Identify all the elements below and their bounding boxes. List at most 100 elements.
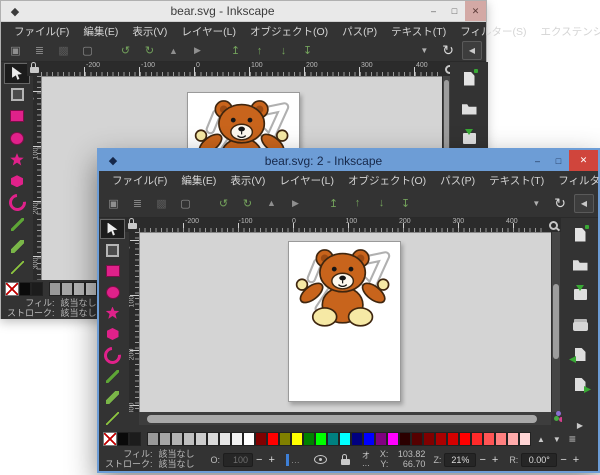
layer-selector[interactable]: オ… xyxy=(362,452,370,468)
pencil[interactable] xyxy=(101,367,124,385)
lock-icon[interactable] xyxy=(128,222,137,229)
clone[interactable] xyxy=(55,42,72,59)
front-titlebar[interactable]: ◆ bear.svg: 2 - Inkscape – □ ✕ xyxy=(99,150,598,171)
no-color-swatch[interactable] xyxy=(5,282,19,296)
menu-item[interactable]: オブジェクト(O) xyxy=(243,24,335,39)
open-document[interactable] xyxy=(567,254,593,275)
palette-swatch[interactable] xyxy=(303,432,315,446)
palette-swatch[interactable] xyxy=(255,432,267,446)
layer-stack[interactable] xyxy=(31,42,48,59)
palette-swatch[interactable] xyxy=(363,432,375,446)
palette-swatch[interactable] xyxy=(85,282,97,296)
raise-to-top[interactable] xyxy=(325,195,342,212)
maximize-button[interactable]: □ xyxy=(444,1,465,21)
palette-swatch[interactable] xyxy=(459,432,471,446)
stroke-value[interactable]: 該当なし xyxy=(61,309,97,318)
layer-stack[interactable] xyxy=(129,195,146,212)
menu-item[interactable]: テキスト(T) xyxy=(384,24,453,39)
vertical-ruler[interactable]: 0100200300 xyxy=(33,76,41,280)
palette-scroll-up-icon[interactable]: ▲ xyxy=(533,435,549,444)
scroll-thumb[interactable] xyxy=(444,80,449,150)
palette-swatch[interactable] xyxy=(159,432,171,446)
zoom-field[interactable]: 21% xyxy=(444,453,476,467)
stroke-value[interactable]: 該当なし xyxy=(159,460,195,469)
palette-swatch[interactable] xyxy=(207,432,219,446)
star[interactable] xyxy=(5,150,29,169)
palette-swatch[interactable] xyxy=(327,432,339,446)
fill-value[interactable]: 該当なし xyxy=(61,299,97,308)
node-editor[interactable] xyxy=(101,241,124,259)
clone[interactable] xyxy=(153,195,170,212)
save-document[interactable] xyxy=(456,128,482,149)
palette-swatch[interactable] xyxy=(49,282,61,296)
import-image[interactable] xyxy=(567,344,593,365)
flip-vertical[interactable] xyxy=(189,42,206,59)
palette-swatch[interactable] xyxy=(279,432,291,446)
snap-rotate-icon[interactable]: ↻ xyxy=(548,195,572,212)
node-editor[interactable] xyxy=(5,86,29,105)
lower[interactable] xyxy=(373,195,390,212)
snap-rotate-icon[interactable]: ↻ xyxy=(436,42,460,59)
fill-value[interactable]: 該当なし xyxy=(159,450,195,459)
raise[interactable] xyxy=(349,195,366,212)
opacity-field[interactable]: 100 xyxy=(223,453,253,467)
new-document[interactable] xyxy=(567,224,593,245)
horizontal-scrollbar[interactable] xyxy=(139,412,551,425)
zoom-in-button[interactable]: + xyxy=(489,454,501,466)
rotate-cw[interactable] xyxy=(239,195,256,212)
lower-to-bottom[interactable] xyxy=(299,42,316,59)
collapse-panel-button[interactable]: ◀ xyxy=(462,41,482,60)
vertical-scrollbar[interactable] xyxy=(551,232,560,412)
selection-frame[interactable] xyxy=(177,195,194,212)
menu-item[interactable]: オブジェクト(O) xyxy=(341,173,433,188)
menu-item[interactable]: パス(P) xyxy=(335,24,384,39)
no-color-swatch[interactable] xyxy=(103,432,117,446)
palette-swatch[interactable] xyxy=(73,282,85,296)
maximize-button[interactable]: □ xyxy=(548,150,569,171)
layer-visibility-icon[interactable] xyxy=(314,455,327,464)
rotation-decrease-button[interactable]: − xyxy=(557,454,569,466)
edit-image[interactable] xyxy=(7,42,24,59)
menu-item[interactable]: レイヤー(L) xyxy=(272,173,341,188)
print-document[interactable] xyxy=(567,314,593,335)
lower[interactable] xyxy=(275,42,292,59)
palette-swatch[interactable] xyxy=(147,432,159,446)
opacity-decrease-button[interactable]: − xyxy=(253,454,265,466)
raise-to-top[interactable] xyxy=(227,42,244,59)
spiral[interactable] xyxy=(5,194,29,213)
menu-item[interactable]: フィルター(S) xyxy=(453,24,533,39)
box-3d[interactable] xyxy=(101,325,124,343)
lock-icon[interactable] xyxy=(30,66,39,73)
palette-swatch[interactable] xyxy=(411,432,423,446)
palette-swatch[interactable] xyxy=(387,432,399,446)
rectangle[interactable] xyxy=(5,107,29,126)
palette-swatch[interactable] xyxy=(495,432,507,446)
calligraphy[interactable] xyxy=(101,388,124,406)
selector[interactable] xyxy=(101,220,124,238)
rotation-increase-button[interactable]: + xyxy=(570,454,582,466)
minimize-button[interactable]: – xyxy=(423,1,444,21)
palette-swatch[interactable] xyxy=(231,432,243,446)
pen[interactable] xyxy=(101,409,124,427)
menu-item[interactable]: パス(P) xyxy=(433,173,482,188)
menu-item[interactable]: フィルター(S) xyxy=(551,173,600,188)
palette-swatch[interactable] xyxy=(291,432,303,446)
selector[interactable] xyxy=(5,64,29,83)
menu-item[interactable]: レイヤー(L) xyxy=(174,24,243,39)
rotate-ccw[interactable] xyxy=(117,42,134,59)
menu-item[interactable]: 編集(E) xyxy=(174,173,223,188)
collapse-panel-button[interactable]: ◀ xyxy=(574,194,594,213)
palette-swatch[interactable] xyxy=(471,432,483,446)
close-button[interactable]: ✕ xyxy=(465,1,486,21)
flip-vertical[interactable] xyxy=(287,195,304,212)
horizontal-ruler[interactable]: -200-1000100200300400 xyxy=(139,218,549,232)
export-image[interactable] xyxy=(567,374,593,395)
menu-item[interactable]: エクステンション(N) xyxy=(534,24,600,39)
lower-to-bottom[interactable] xyxy=(397,195,414,212)
palette-swatch[interactable] xyxy=(171,432,183,446)
menu-item[interactable]: ファイル(F) xyxy=(105,173,174,188)
flip-horizontal[interactable] xyxy=(263,195,280,212)
open-document[interactable] xyxy=(456,98,482,119)
palette-swatch[interactable] xyxy=(483,432,495,446)
scroll-thumb[interactable] xyxy=(553,284,559,359)
